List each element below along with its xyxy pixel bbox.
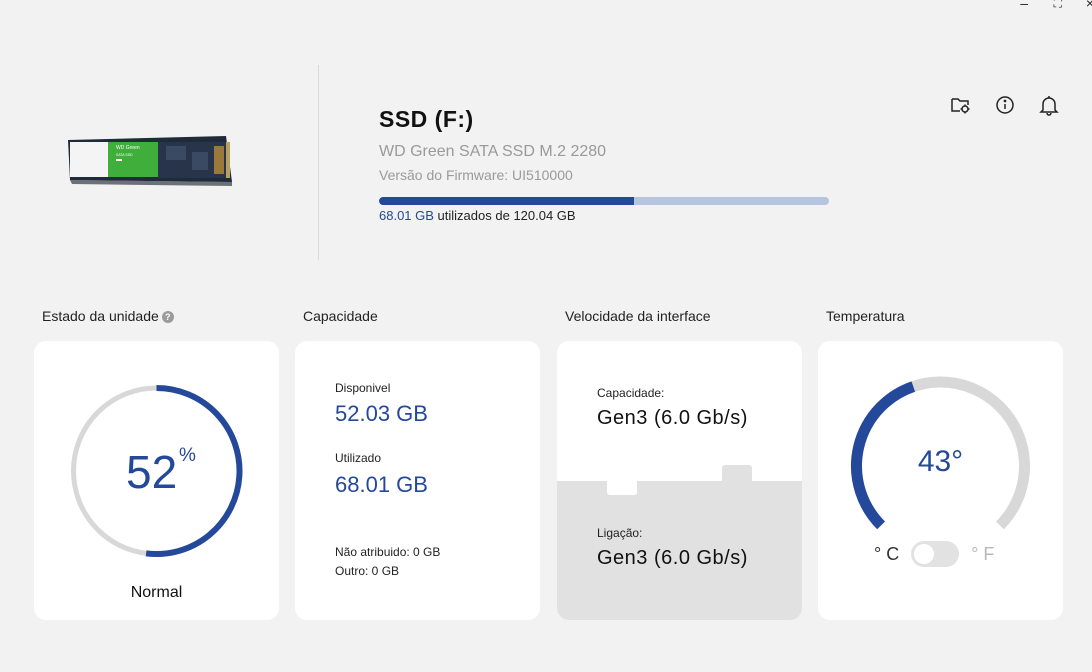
panel-notch <box>722 465 752 481</box>
header-divider <box>318 65 319 260</box>
drive-title: SSD (F:) <box>379 106 474 132</box>
speed-capacity-label: Capacidade: <box>597 386 665 400</box>
unit-toggle[interactable] <box>911 541 960 567</box>
ssd-subtitle-text: SATA SSD <box>116 153 133 157</box>
panel-notch <box>607 481 637 495</box>
temperature-value: 43° <box>917 445 964 478</box>
help-icon[interactable]: ? <box>161 311 174 323</box>
health-section-text: Estado da unidade <box>42 308 159 324</box>
ssd-brand-text: WD Green <box>116 145 140 151</box>
available-value: 52.03 GB <box>335 401 428 426</box>
speed-link-value: Gen3 (6.0 Gb/s) <box>597 547 748 569</box>
usage-separator: utilizados de <box>433 208 514 223</box>
health-state: Normal <box>130 584 183 601</box>
usage-total: 120.04 GB <box>513 208 576 223</box>
close-button[interactable]: × <box>1086 0 1092 10</box>
speed-link-label: Ligação: <box>597 526 643 540</box>
usage-text: 68.01 GB utilizados de 120.04 GB <box>379 208 576 223</box>
fahrenheit-label: ° F <box>971 543 995 564</box>
available-label: Disponivel <box>335 381 391 395</box>
firmware-version: Versão do Firmware: UI510000 <box>379 167 573 183</box>
used-label: Utilizado <box>335 451 382 465</box>
speed-section-label: Velocidade da interface <box>565 308 711 324</box>
health-percent: 52 <box>126 446 178 498</box>
capacity-card: Disponivel 52.03 GB Utilizado 68.01 GB N… <box>295 341 540 620</box>
info-icon[interactable] <box>992 93 1018 117</box>
speed-capacity-value: Gen3 (6.0 Gb/s) <box>597 407 748 429</box>
usage-progress-fill <box>379 197 634 205</box>
bell-icon[interactable] <box>1036 93 1062 117</box>
ssd-drive-image: WD Green SATA SSD <box>68 136 232 186</box>
unallocated-text: Não atribuido: 0 GB <box>335 545 441 559</box>
usage-used: 68.01 GB <box>379 208 434 223</box>
capacity-section-label: Capacidade <box>303 308 378 324</box>
maximize-button[interactable]: ⛶ <box>1054 0 1062 10</box>
usage-progress-bar <box>379 197 829 205</box>
health-percent-sign: % <box>179 445 196 466</box>
other-text: Outro: 0 GB <box>335 564 400 578</box>
unit-switch-row: ° C ° F <box>874 541 994 567</box>
health-card: 52 % Normal <box>34 341 279 620</box>
health-section-label: Estado da unidade? <box>42 308 174 324</box>
speed-card: Capacidade: Gen3 (6.0 Gb/s) Ligação: Gen… <box>557 341 802 620</box>
minimize-button[interactable]: – <box>1020 0 1028 10</box>
used-value: 68.01 GB <box>335 472 428 497</box>
temperature-card: 43° ° C ° F <box>818 341 1063 620</box>
header-actions <box>948 93 1062 117</box>
drive-model: WD Green SATA SSD M.2 2280 <box>379 143 607 160</box>
temperature-section-label: Temperatura <box>826 308 905 324</box>
temperature-gauge <box>851 376 1030 530</box>
folder-settings-icon[interactable] <box>948 93 974 117</box>
celsius-label: ° C <box>874 543 900 564</box>
toggle-knob <box>914 544 935 564</box>
